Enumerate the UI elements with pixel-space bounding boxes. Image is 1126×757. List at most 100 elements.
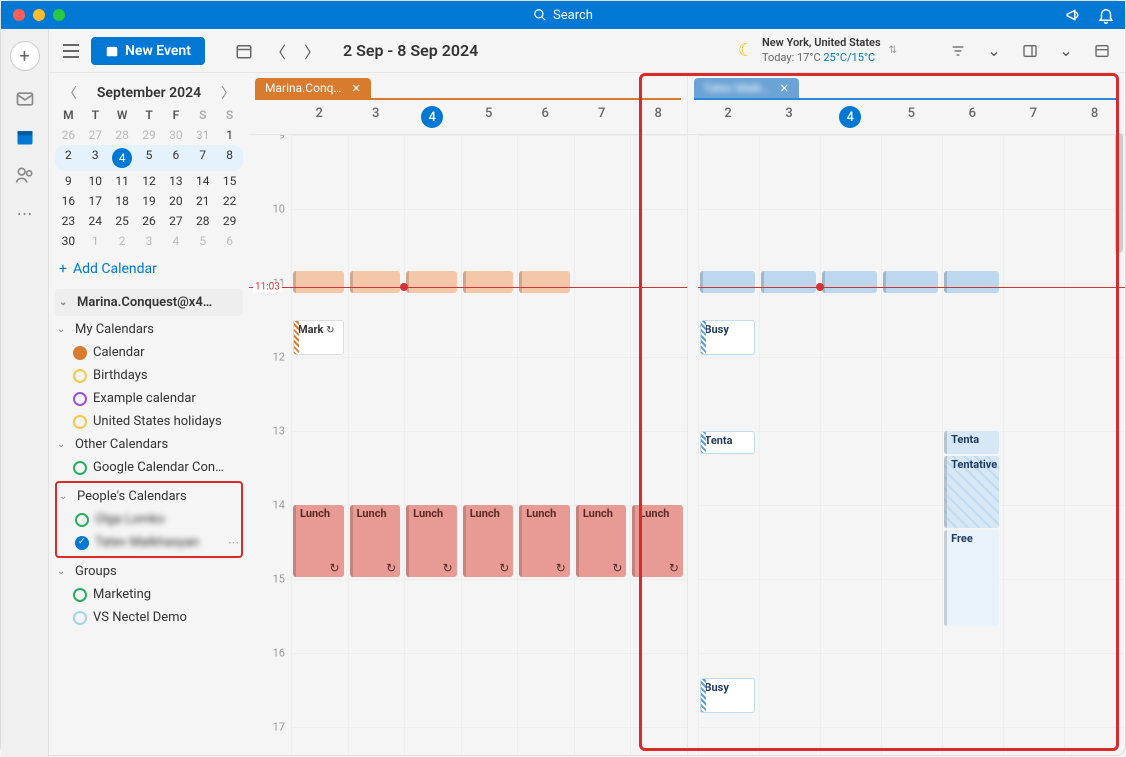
- calendar-event[interactable]: [463, 271, 514, 294]
- mini-cal-day[interactable]: 16: [55, 191, 82, 211]
- day-header[interactable]: 4: [404, 100, 461, 134]
- weather-widget[interactable]: ☾ New York, United States Today: 17°C 25…: [738, 36, 897, 65]
- mini-cal-day[interactable]: 8: [216, 145, 243, 171]
- mini-cal-day[interactable]: 13: [162, 171, 189, 191]
- calendar-event[interactable]: Busy: [700, 320, 755, 355]
- panel-toggle-icon[interactable]: [1017, 38, 1043, 64]
- close-icon[interactable]: ✕: [351, 82, 360, 95]
- day-header[interactable]: 6: [942, 100, 1003, 134]
- scrollbar[interactable]: [1115, 133, 1123, 253]
- mini-cal-day[interactable]: 4: [109, 145, 136, 171]
- calendar-item[interactable]: Example calendar: [55, 387, 243, 410]
- day-header[interactable]: 5: [461, 100, 518, 134]
- day-header[interactable]: 3: [759, 100, 820, 134]
- calendar-item[interactable]: Calendar: [55, 341, 243, 364]
- search-field[interactable]: Search: [533, 8, 593, 23]
- mini-cal-day[interactable]: 26: [136, 211, 163, 231]
- mini-cal-day[interactable]: 31: [189, 125, 216, 145]
- calendar-event[interactable]: Mark ↻: [293, 320, 344, 355]
- mini-cal-day[interactable]: 3: [82, 145, 109, 171]
- calendar-group-header[interactable]: ⌄My Calendars: [55, 318, 243, 341]
- mini-cal-day[interactable]: 29: [136, 125, 163, 145]
- mini-cal-day[interactable]: 11: [109, 171, 136, 191]
- prev-week-button[interactable]: 〈: [265, 38, 291, 64]
- mini-cal-day[interactable]: 10: [82, 171, 109, 191]
- mini-cal-day[interactable]: 27: [162, 211, 189, 231]
- day-header[interactable]: 8: [1064, 100, 1125, 134]
- mini-cal-day[interactable]: 1: [82, 231, 109, 251]
- window-close[interactable]: [13, 9, 25, 21]
- bell-icon[interactable]: [1097, 6, 1115, 24]
- mini-cal-day[interactable]: 30: [55, 231, 82, 251]
- layout-icon[interactable]: [1089, 38, 1115, 64]
- compose-button[interactable]: +: [10, 41, 40, 71]
- calendar-event[interactable]: Lunch↻: [576, 505, 627, 577]
- close-icon[interactable]: ✕: [780, 82, 789, 95]
- mini-cal-day[interactable]: 12: [136, 171, 163, 191]
- calendar-event[interactable]: [350, 271, 401, 294]
- mini-cal-day[interactable]: 27: [82, 125, 109, 145]
- mini-cal-day[interactable]: 20: [162, 191, 189, 211]
- day-header[interactable]: 7: [1003, 100, 1064, 134]
- calendar-item[interactable]: VS Nectel Demo: [55, 606, 243, 629]
- mini-cal-day[interactable]: 19: [136, 191, 163, 211]
- day-header[interactable]: 7: [574, 100, 631, 134]
- today-button[interactable]: [231, 38, 257, 64]
- calendar-event[interactable]: [883, 271, 938, 294]
- add-calendar-button[interactable]: + Add Calendar: [55, 251, 243, 287]
- calendar-event[interactable]: Tenta: [700, 431, 755, 454]
- calendar-group-header[interactable]: ⌄People's Calendars: [57, 485, 241, 508]
- filter-icon[interactable]: [945, 38, 971, 64]
- calendar-event[interactable]: Lunch↻: [406, 505, 457, 577]
- mini-cal-day[interactable]: 18: [109, 191, 136, 211]
- mini-cal-day[interactable]: 21: [189, 191, 216, 211]
- calendar-tab-right[interactable]: Tatev Malk… ✕: [694, 78, 799, 98]
- calendar-tab-left[interactable]: Marina.Conq… ✕: [255, 78, 371, 98]
- calendar-event[interactable]: Busy: [700, 678, 755, 713]
- mini-cal-day[interactable]: 28: [109, 125, 136, 145]
- mini-cal-day[interactable]: 14: [189, 171, 216, 191]
- calendar-event[interactable]: [822, 271, 877, 294]
- mini-cal-day[interactable]: 30: [162, 125, 189, 145]
- calendar-group-header[interactable]: ⌄Other Calendars: [55, 433, 243, 456]
- day-header[interactable]: 6: [517, 100, 574, 134]
- calendar-item[interactable]: Tatev Malkhasyan⋯: [57, 531, 241, 554]
- calendar-icon[interactable]: [15, 127, 35, 147]
- more-icon[interactable]: ⋯: [15, 203, 35, 223]
- day-header[interactable]: 8: [630, 100, 687, 134]
- hamburger-icon[interactable]: [59, 39, 83, 63]
- mini-cal-day[interactable]: 7: [189, 145, 216, 171]
- mini-calendar[interactable]: MTWTFSS262728293031123456789101112131415…: [55, 105, 243, 251]
- day-header[interactable]: 4: [820, 100, 881, 134]
- mail-icon[interactable]: [15, 89, 35, 109]
- mini-cal-day[interactable]: 24: [82, 211, 109, 231]
- day-header[interactable]: 2: [291, 100, 348, 134]
- mini-cal-day[interactable]: 9: [55, 171, 82, 191]
- people-icon[interactable]: [15, 165, 35, 185]
- mini-cal-day[interactable]: 1: [216, 125, 243, 145]
- mini-cal-day[interactable]: 22: [216, 191, 243, 211]
- calendar-event[interactable]: [761, 271, 816, 294]
- calendar-event[interactable]: Lunch↻: [519, 505, 570, 577]
- day-header[interactable]: 2: [698, 100, 759, 134]
- mini-cal-day[interactable]: 28: [189, 211, 216, 231]
- calendar-event[interactable]: Free: [944, 530, 999, 627]
- account-row[interactable]: ⌄ Marina.Conquest@x4…: [55, 289, 243, 316]
- mini-cal-day[interactable]: 5: [136, 145, 163, 171]
- new-event-button[interactable]: New Event: [91, 37, 205, 65]
- day-header[interactable]: 3: [348, 100, 405, 134]
- more-icon[interactable]: ⋯: [228, 536, 239, 549]
- calendar-event[interactable]: [944, 271, 999, 294]
- mini-cal-day[interactable]: 6: [162, 145, 189, 171]
- calendar-event[interactable]: Lunch↻: [463, 505, 514, 577]
- calendar-event[interactable]: [406, 271, 457, 294]
- calendar-event[interactable]: Lunch↻: [632, 505, 683, 577]
- calendar-item[interactable]: Olga Lomko: [57, 508, 241, 531]
- mini-cal-day[interactable]: 17: [82, 191, 109, 211]
- window-minimize[interactable]: [33, 9, 45, 21]
- mini-cal-day[interactable]: 29: [216, 211, 243, 231]
- mini-cal-day[interactable]: 25: [109, 211, 136, 231]
- mini-cal-day[interactable]: 4: [162, 231, 189, 251]
- calendar-event[interactable]: [700, 271, 755, 294]
- calendar-event[interactable]: [519, 271, 570, 294]
